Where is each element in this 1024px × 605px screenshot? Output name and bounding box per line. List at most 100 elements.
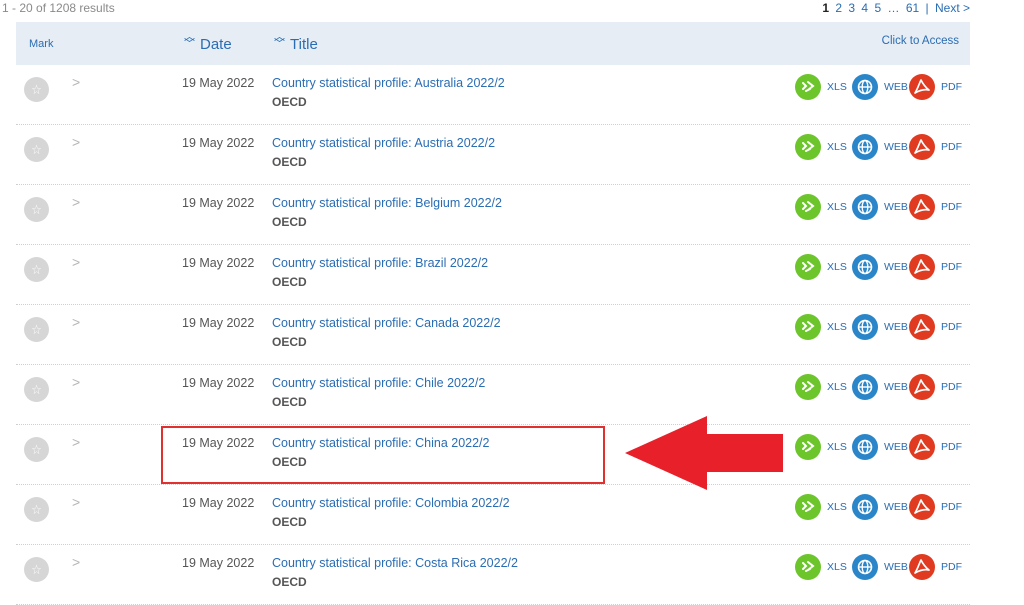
pdf-link[interactable]: PDF: [941, 321, 962, 333]
sort-by-date[interactable]: ︿ ﹀ Date: [184, 31, 232, 54]
page-link[interactable]: 2: [835, 1, 842, 15]
web-link[interactable]: WEB: [884, 381, 908, 393]
annotation-arrow-icon: [625, 416, 783, 490]
chevron-right-icon[interactable]: >: [72, 554, 80, 570]
pdf-link[interactable]: PDF: [941, 501, 962, 513]
star-icon[interactable]: ☆: [24, 257, 49, 282]
globe-icon[interactable]: [852, 494, 878, 520]
pdf-icon[interactable]: [909, 314, 935, 340]
globe-icon[interactable]: [852, 74, 878, 100]
row-title-link[interactable]: Country statistical profile: Chile 2022/…: [272, 376, 485, 390]
page-link[interactable]: 61: [906, 1, 919, 15]
web-link[interactable]: WEB: [884, 501, 908, 513]
chevron-right-icon[interactable]: >: [72, 314, 80, 330]
spreadsheet-icon[interactable]: [795, 134, 821, 160]
sort-arrows-icon: ︿ ﹀: [274, 31, 285, 50]
star-icon[interactable]: ☆: [24, 317, 49, 342]
xls-link[interactable]: XLS: [827, 561, 847, 573]
star-icon[interactable]: ☆: [24, 557, 49, 582]
table-row: ☆ > 19 May 2022 Country statistical prof…: [16, 65, 970, 125]
page-current: 1: [822, 1, 829, 15]
pdf-icon[interactable]: [909, 134, 935, 160]
pdf-link[interactable]: PDF: [941, 201, 962, 213]
spreadsheet-icon[interactable]: [795, 74, 821, 100]
header-title-label: Title: [290, 36, 318, 53]
star-icon[interactable]: ☆: [24, 497, 49, 522]
web-link[interactable]: WEB: [884, 201, 908, 213]
pdf-link[interactable]: PDF: [941, 81, 962, 93]
row-title-link[interactable]: Country statistical profile: Canada 2022…: [272, 316, 501, 330]
web-link[interactable]: WEB: [884, 141, 908, 153]
row-title-link[interactable]: Country statistical profile: Costa Rica …: [272, 556, 518, 570]
web-link[interactable]: WEB: [884, 441, 908, 453]
xls-link[interactable]: XLS: [827, 141, 847, 153]
xls-link[interactable]: XLS: [827, 441, 847, 453]
pdf-link[interactable]: PDF: [941, 381, 962, 393]
spreadsheet-icon[interactable]: [795, 194, 821, 220]
xls-link[interactable]: XLS: [827, 381, 847, 393]
spreadsheet-icon[interactable]: [795, 434, 821, 460]
pdf-link[interactable]: PDF: [941, 441, 962, 453]
chevron-right-icon[interactable]: >: [72, 194, 80, 210]
globe-icon[interactable]: [852, 194, 878, 220]
page-link[interactable]: 3: [848, 1, 855, 15]
pdf-link[interactable]: PDF: [941, 261, 962, 273]
row-title-link[interactable]: Country statistical profile: Brazil 2022…: [272, 256, 488, 270]
xls-link[interactable]: XLS: [827, 501, 847, 513]
chevron-right-icon[interactable]: >: [72, 494, 80, 510]
globe-icon[interactable]: [852, 254, 878, 280]
globe-icon[interactable]: [852, 374, 878, 400]
xls-link[interactable]: XLS: [827, 81, 847, 93]
pdf-link[interactable]: PDF: [941, 561, 962, 573]
globe-icon[interactable]: [852, 314, 878, 340]
pdf-icon[interactable]: [909, 554, 935, 580]
chevron-right-icon[interactable]: >: [72, 374, 80, 390]
sort-by-title[interactable]: ︿ ﹀ Title: [274, 31, 318, 54]
spreadsheet-icon[interactable]: [795, 254, 821, 280]
pdf-icon[interactable]: [909, 374, 935, 400]
spreadsheet-icon[interactable]: [795, 314, 821, 340]
pdf-icon[interactable]: [909, 434, 935, 460]
row-publisher: OECD: [272, 275, 307, 289]
spreadsheet-icon[interactable]: [795, 374, 821, 400]
table-row: ☆ > 19 May 2022 Country statistical prof…: [16, 305, 970, 365]
pdf-icon[interactable]: [909, 194, 935, 220]
page-link[interactable]: 4: [861, 1, 868, 15]
xls-link[interactable]: XLS: [827, 201, 847, 213]
pdf-link[interactable]: PDF: [941, 141, 962, 153]
table-body: ☆ > 19 May 2022 Country statistical prof…: [16, 65, 970, 605]
row-title-link[interactable]: Country statistical profile: Australia 2…: [272, 76, 505, 90]
spreadsheet-icon[interactable]: [795, 554, 821, 580]
web-link[interactable]: WEB: [884, 261, 908, 273]
xls-link[interactable]: XLS: [827, 321, 847, 333]
row-date: 19 May 2022: [182, 256, 255, 270]
pdf-icon[interactable]: [909, 74, 935, 100]
chevron-right-icon[interactable]: >: [72, 74, 80, 90]
chevron-right-icon[interactable]: >: [72, 134, 80, 150]
globe-icon[interactable]: [852, 554, 878, 580]
xls-link[interactable]: XLS: [827, 261, 847, 273]
web-link[interactable]: WEB: [884, 561, 908, 573]
globe-icon[interactable]: [852, 434, 878, 460]
row-title-link[interactable]: Country statistical profile: Austria 202…: [272, 136, 495, 150]
spreadsheet-icon[interactable]: [795, 494, 821, 520]
pdf-icon[interactable]: [909, 494, 935, 520]
globe-icon[interactable]: [852, 134, 878, 160]
pager-separator: |: [925, 1, 929, 15]
star-icon[interactable]: ☆: [24, 437, 49, 462]
chevron-right-icon[interactable]: >: [72, 434, 80, 450]
row-title-link[interactable]: Country statistical profile: Colombia 20…: [272, 496, 510, 510]
chevron-right-icon[interactable]: >: [72, 254, 80, 270]
row-title-link[interactable]: Country statistical profile: Belgium 202…: [272, 196, 502, 210]
row-publisher: OECD: [272, 95, 307, 109]
star-icon[interactable]: ☆: [24, 377, 49, 402]
next-page-link[interactable]: Next >: [935, 1, 970, 15]
web-link[interactable]: WEB: [884, 321, 908, 333]
star-icon[interactable]: ☆: [24, 137, 49, 162]
web-link[interactable]: WEB: [884, 81, 908, 93]
star-icon[interactable]: ☆: [24, 197, 49, 222]
star-icon[interactable]: ☆: [24, 77, 49, 102]
sort-arrows-icon: ︿ ﹀: [184, 31, 195, 50]
page-link[interactable]: 5: [874, 1, 881, 15]
pdf-icon[interactable]: [909, 254, 935, 280]
